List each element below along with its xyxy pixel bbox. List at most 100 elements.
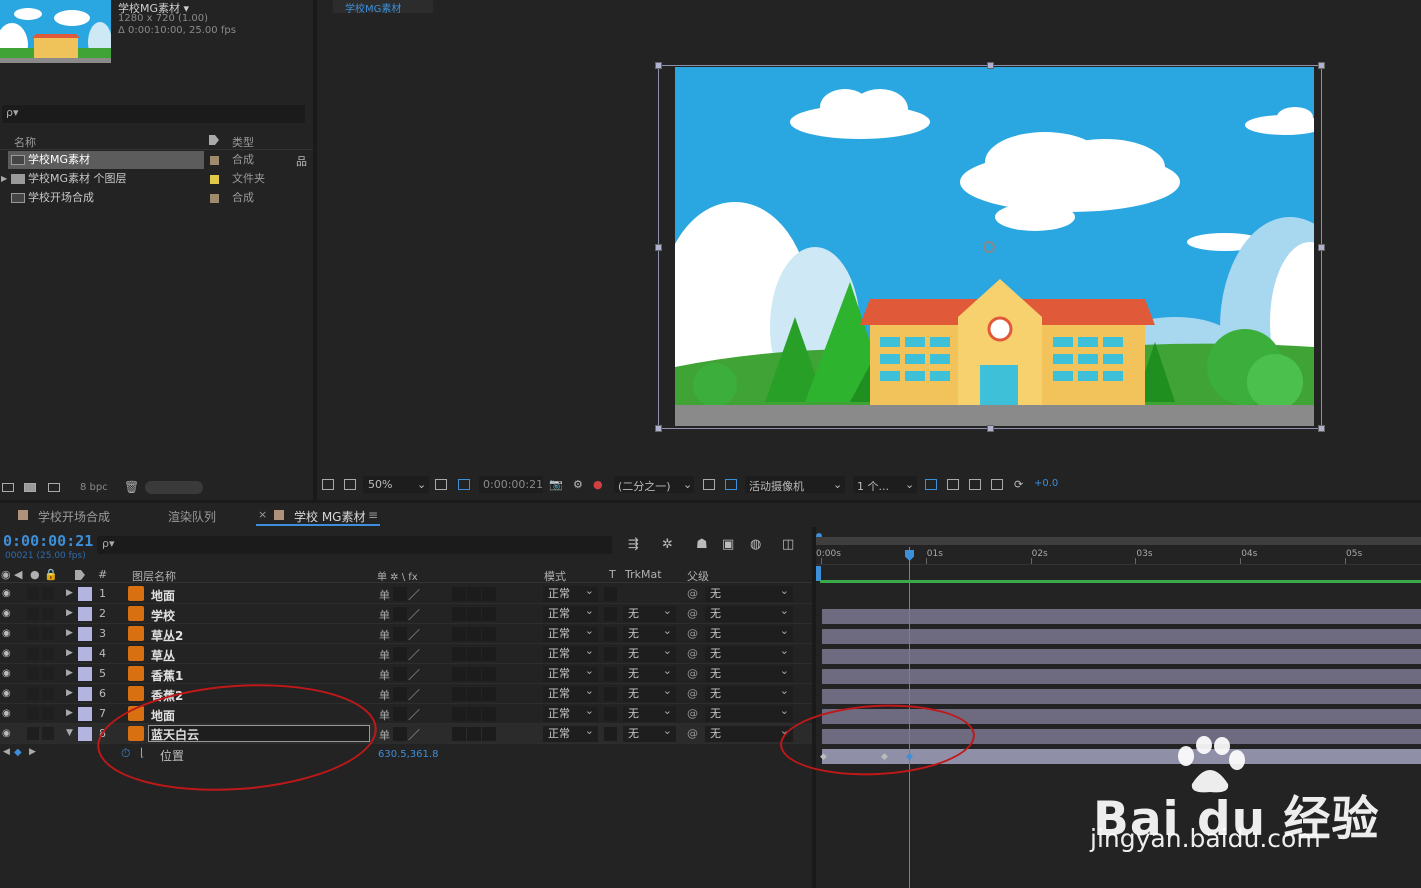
eye-icon[interactable]: ◉ [1, 568, 11, 581]
layer-duration-bar[interactable] [822, 629, 1421, 644]
snapshot-icon[interactable]: ⚙ [573, 478, 583, 491]
preserve-transparency-switch[interactable] [604, 647, 617, 661]
audio-switch[interactable] [27, 647, 39, 660]
trkmat-select[interactable]: 无 [623, 723, 676, 742]
effect-switch[interactable] [452, 647, 466, 661]
effect-switch[interactable] [452, 687, 466, 701]
draft-3d-icon[interactable]: ✲ [662, 537, 678, 552]
col-layer-name[interactable]: 图层名称 [132, 568, 176, 584]
preserve-transparency-switch[interactable] [604, 687, 617, 701]
3d-switch[interactable] [482, 707, 496, 721]
expand-triangle-icon[interactable]: ▶ [66, 608, 73, 618]
shy-icon[interactable]: 单 [379, 627, 390, 643]
panel-menu-icon[interactable]: ≡ [368, 508, 378, 522]
preserve-transparency-switch[interactable] [604, 607, 617, 621]
reset-exposure-icon[interactable]: ⟳ [1014, 478, 1023, 491]
3d-switch[interactable] [482, 647, 496, 661]
transform-handle[interactable] [655, 62, 662, 69]
shy-layers-icon[interactable]: ☗ [696, 537, 712, 552]
audio-switch[interactable] [27, 727, 39, 740]
layer-duration-bar[interactable] [822, 609, 1421, 624]
transform-handle[interactable] [655, 244, 662, 251]
effect-switch[interactable] [452, 607, 466, 621]
layer-duration-bar[interactable] [822, 669, 1421, 684]
label-swatch[interactable] [78, 687, 92, 701]
project-search-input[interactable]: ρ▾ [2, 105, 305, 123]
mode-select[interactable]: 正常 [543, 643, 598, 662]
pick-whip-icon[interactable]: @ [687, 667, 698, 680]
bit-depth[interactable]: 8 bpc [80, 482, 108, 493]
label-swatch[interactable] [78, 727, 92, 741]
collapse-switch[interactable] [393, 707, 407, 721]
shy-icon[interactable]: 单 [379, 587, 390, 603]
pick-whip-icon[interactable]: @ [687, 607, 698, 620]
audio-switch[interactable] [27, 607, 39, 620]
lock-switch[interactable] [42, 647, 54, 660]
toggle-pixel-aspect-icon[interactable] [925, 479, 937, 490]
collapse-switch[interactable] [393, 607, 407, 621]
mode-select[interactable]: 正常 [543, 683, 598, 702]
layer-name[interactable]: 地面 [151, 587, 175, 604]
parent-select[interactable]: 无 [705, 683, 793, 702]
expand-triangle-icon[interactable]: ▶ [66, 708, 73, 718]
transform-handle[interactable] [1318, 425, 1325, 432]
collapse-switch[interactable] [393, 727, 407, 741]
pick-whip-icon[interactable]: @ [687, 727, 698, 740]
shy-icon[interactable]: 单 [379, 607, 390, 623]
label-swatch[interactable] [210, 194, 219, 203]
effect-switch[interactable] [452, 587, 466, 601]
preserve-transparency-switch[interactable] [604, 707, 617, 721]
tab-school-mg[interactable]: 学校 MG素材 [294, 508, 365, 525]
quality-icon[interactable]: ／ [408, 606, 420, 623]
audio-switch[interactable] [27, 687, 39, 700]
collapse-switch[interactable] [393, 687, 407, 701]
always-preview-icon[interactable] [322, 479, 334, 490]
3d-switch[interactable] [482, 667, 496, 681]
layer-bounding-box[interactable] [658, 65, 1322, 429]
quality-icon[interactable]: ／ [408, 726, 420, 743]
prev-keyframe-icon[interactable]: ◀ [3, 747, 10, 757]
expand-triangle-icon[interactable]: ▶ [1, 174, 7, 183]
lock-switch[interactable] [42, 667, 54, 680]
quality-icon[interactable]: ／ [408, 586, 420, 603]
tab-school-opening[interactable]: 学校开场合成 [38, 508, 110, 525]
shy-icon[interactable]: 单 [379, 667, 390, 683]
close-icon[interactable]: × [258, 508, 267, 521]
mode-select[interactable]: 正常 [543, 623, 598, 642]
parent-select[interactable]: 无 [705, 583, 793, 602]
timeline-search-input[interactable]: ρ▾ [97, 536, 612, 554]
quality-icon[interactable]: ／ [408, 626, 420, 643]
layer-name[interactable]: 草丛2 [151, 627, 183, 644]
layer-duration-bar[interactable] [822, 689, 1421, 704]
motion-blur-switch[interactable] [467, 707, 481, 721]
mode-select[interactable]: 正常 [543, 723, 598, 742]
lock-switch[interactable] [42, 607, 54, 620]
layer-duration-bar[interactable] [822, 649, 1421, 664]
effect-switch[interactable] [452, 727, 466, 741]
effect-switch[interactable] [452, 627, 466, 641]
monitor-icon[interactable] [344, 479, 356, 490]
motion-blur-switch[interactable] [467, 607, 481, 621]
audio-switch[interactable] [27, 707, 39, 720]
trash-icon[interactable]: 🗑 [124, 480, 139, 494]
trkmat-select[interactable]: 无 [623, 603, 676, 622]
pick-whip-icon[interactable]: @ [687, 587, 698, 600]
transform-handle[interactable] [987, 62, 994, 69]
composition-flowchart-icon[interactable]: ⇶ [628, 537, 644, 552]
eye-icon[interactable]: ◉ [2, 688, 11, 699]
viewer-tab[interactable]: 学校MG素材 [333, 0, 433, 15]
label-swatch[interactable] [78, 587, 92, 601]
interpret-footage-icon[interactable] [2, 483, 14, 492]
label-swatch[interactable] [78, 667, 92, 681]
layer-row[interactable]: ◉ ▶ 6 香蕉2 单 ／ 正常 无 @ 无 [0, 683, 812, 704]
layer-name[interactable]: 香蕉1 [151, 667, 183, 684]
layer-row[interactable]: ◉ ▶ 1 地面 单 ／ 正常 @ 无 [0, 583, 812, 604]
label-swatch[interactable] [78, 647, 92, 661]
layer-row[interactable]: ◉ ▶ 4 草丛 单 ／ 正常 无 @ 无 [0, 643, 812, 664]
effect-switch[interactable] [452, 707, 466, 721]
eye-icon[interactable]: ◉ [2, 588, 11, 599]
audio-switch[interactable] [27, 667, 39, 680]
tab-render-queue[interactable]: 渲染队列 [168, 508, 216, 525]
trkmat-select[interactable]: 无 [623, 683, 676, 702]
eye-icon[interactable]: ◉ [2, 608, 11, 619]
